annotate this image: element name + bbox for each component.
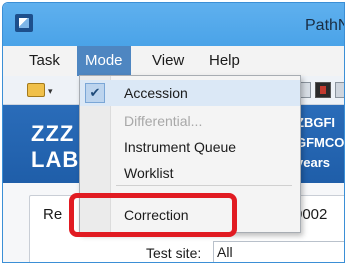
dropdown-arrow-icon[interactable]: ▾ [48,86,53,97]
banner-right-line: years [296,155,330,170]
form-row-label: Re [43,206,63,223]
menu-item-label: Worklist [124,165,174,181]
window-title: PathN [305,17,344,34]
menu-item-worklist[interactable]: Worklist [80,160,300,186]
menu-view[interactable]: View [144,46,192,76]
menu-bar: Task Mode View Help [3,46,344,77]
menu-help[interactable]: Help [201,46,248,76]
menu-mode[interactable]: Mode [77,46,131,76]
menu-item-label: Instrument Queue [124,139,237,155]
banner-left-line: LAB [31,147,80,172]
app-icon [15,14,33,32]
banner-left-line: ZZZ [31,121,75,146]
menu-item-instrument-queue[interactable]: Instrument Queue [80,134,300,160]
menu-task[interactable]: Task [21,46,68,76]
banner-left-text: ZZZ LAB [31,121,79,173]
menu-item-differential: Differential... [80,108,300,134]
title-bar: PathN [3,3,344,46]
banner-right-text: ZBGFI GFMCO years [296,113,344,173]
test-site-field[interactable]: All [213,241,344,262]
app-window: PathN Task Mode View Help ▾ ZZZ LAB ZBGF… [2,2,345,263]
checkmark-icon: ✔ [85,83,105,103]
toolbar-tool-icon-2[interactable] [335,82,344,98]
banner-right-line: GFMCO [296,135,345,150]
envelope-icon[interactable] [27,83,45,97]
menu-item-accession[interactable]: ✔ Accession [80,80,300,106]
menu-item-label: Differential... [124,113,203,129]
toolbar-stop-icon[interactable] [315,82,331,98]
test-site-label: Test site: [146,245,202,261]
menu-separator [116,185,292,186]
menu-item-label: Accession [124,85,188,101]
banner-right-line: ZBGFI [296,115,335,130]
correction-highlight-annotation [69,193,237,237]
